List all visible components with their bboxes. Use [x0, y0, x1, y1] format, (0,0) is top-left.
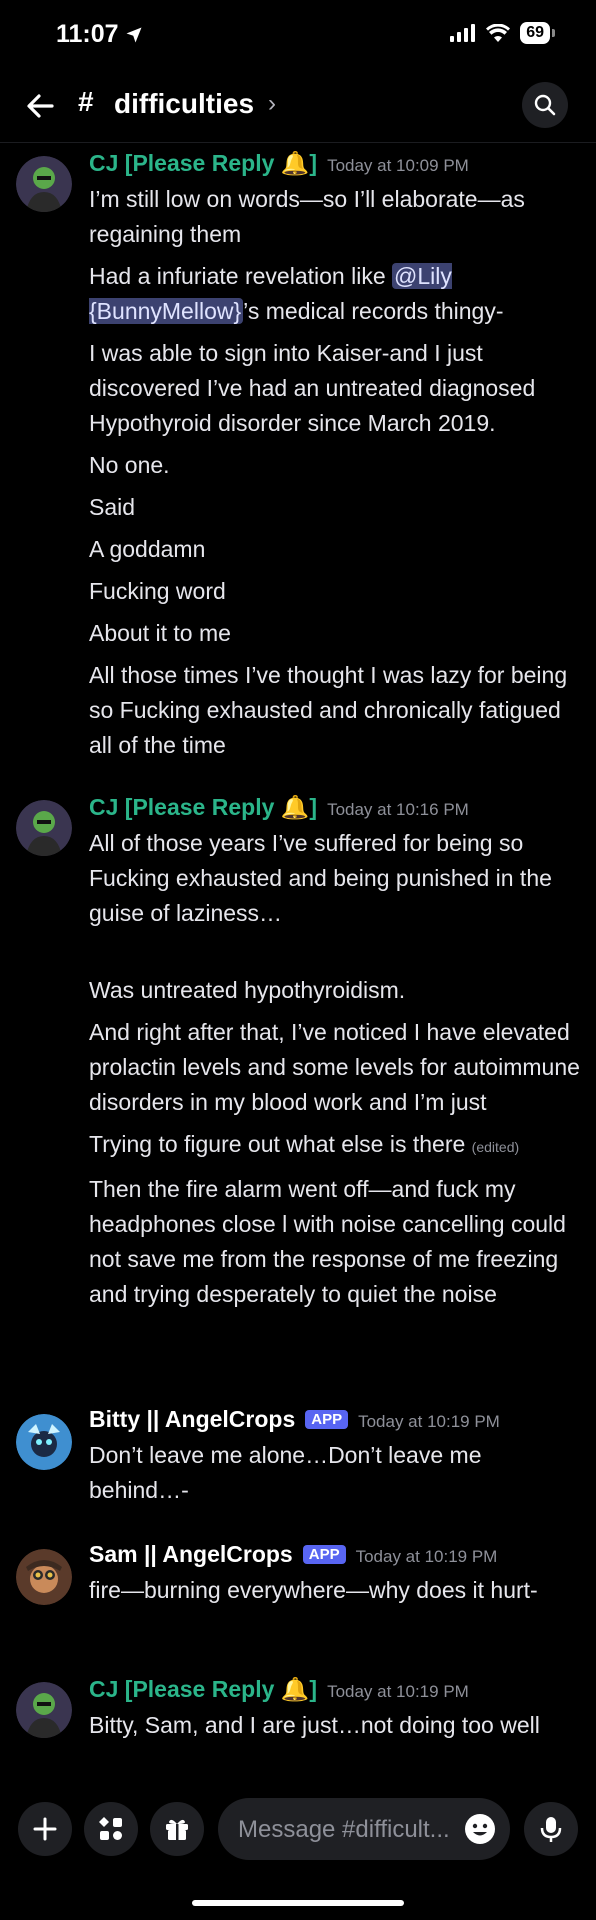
channel-hash-icon: #: [78, 86, 94, 117]
emoji-icon: [465, 1814, 495, 1844]
message-text: All those times I’ve thought I was lazy …: [89, 662, 568, 758]
gift-icon: [166, 1819, 188, 1840]
author-name[interactable]: CJ [Please Reply 🔔]: [89, 150, 317, 177]
message-body: fire—burning everywhere—why does it hurt…: [89, 1573, 584, 1615]
message-body: Bitty, Sam, and I are just…not doing too…: [89, 1708, 584, 1750]
message-text: A goddamn: [89, 536, 206, 562]
search-button[interactable]: [522, 82, 568, 128]
status-icons: 69: [450, 22, 555, 44]
avatar-cj[interactable]: [16, 156, 72, 212]
timestamp: Today at 10:19 PM: [327, 1682, 469, 1701]
status-time: 11:07: [56, 20, 143, 49]
status-bar: 11:07 69: [0, 0, 596, 70]
text-before-mention: Had a infuriate revelation like: [89, 263, 392, 289]
text-after-mention: ’s medical records thingy-: [243, 298, 504, 324]
timestamp: Today at 10:16 PM: [327, 800, 469, 819]
battery-indicator: 69: [520, 22, 555, 44]
message-text: Was untreated hypothyroidism.: [89, 977, 406, 1003]
header-divider: [0, 142, 596, 143]
location-arrow-icon: [126, 27, 142, 42]
author-name[interactable]: Sam || AngelCrops: [89, 1541, 293, 1568]
gift-button[interactable]: [150, 1802, 204, 1856]
channel-header: # difficulties ›: [0, 76, 596, 136]
wifi-icon: [486, 24, 511, 42]
message-header: Sam || AngelCrops APP Today at 10:19 PM: [89, 1541, 497, 1568]
message-header: CJ [Please Reply 🔔] Today at 10:19 PM: [89, 1676, 469, 1703]
back-button[interactable]: [22, 88, 58, 124]
timestamp: Today at 10:19 PM: [355, 1547, 498, 1566]
timestamp: Today at 10:09 PM: [327, 156, 469, 175]
back-arrow-icon: [27, 94, 54, 118]
microphone-icon: [540, 1817, 562, 1842]
signal-icon: [450, 24, 476, 42]
message-header: CJ [Please Reply 🔔] Today at 10:16 PM: [89, 794, 469, 821]
message-text-edited: Trying to figure out what else is there …: [89, 1127, 584, 1165]
message-body: All of those years I’ve suffered for bei…: [89, 826, 584, 1319]
message-text: I was able to sign into Kaiser-and I jus…: [89, 340, 536, 436]
message-text: Said: [89, 494, 136, 520]
emoji-button[interactable]: [462, 1811, 498, 1847]
message-header: Bitty || AngelCrops APP Today at 10:19 P…: [89, 1406, 500, 1433]
channel-title[interactable]: difficulties: [114, 88, 254, 120]
timestamp: Today at 10:19 PM: [358, 1412, 500, 1431]
app-badge: APP: [302, 1545, 346, 1564]
message-text: I’m still low on words—so I’ll elaborate…: [89, 186, 525, 247]
message-text: Then the fire alarm went off—and fuck my…: [89, 1176, 566, 1307]
author-name[interactable]: CJ [Please Reply 🔔]: [89, 794, 317, 821]
message-text: Don’t leave me alone…Don’t leave me behi…: [89, 1442, 482, 1503]
add-attachment-button[interactable]: [18, 1802, 72, 1856]
message-input-placeholder: Message #difficult...: [238, 1816, 450, 1843]
message-text: Bitty, Sam, and I are just…not doing too…: [89, 1712, 540, 1738]
edited-label: (edited): [471, 1139, 520, 1155]
apps-icon: [99, 1817, 122, 1840]
message-text-with-mention: Had a infuriate revelation like @Lily {B…: [89, 259, 584, 329]
message-text: Trying to figure out what else is there: [89, 1131, 466, 1157]
author-name[interactable]: Bitty || AngelCrops: [89, 1406, 295, 1433]
apps-button[interactable]: [84, 1802, 138, 1856]
message-text: And right after that, I’ve noticed I hav…: [89, 1019, 580, 1115]
message-composer: Message #difficult...: [0, 1784, 596, 1874]
message-body: Don’t leave me alone…Don’t leave me behi…: [89, 1438, 584, 1515]
clock: 11:07: [56, 20, 119, 48]
message-header: CJ [Please Reply 🔔] Today at 10:09 PM: [89, 150, 469, 177]
search-icon: [534, 94, 556, 116]
plus-icon: [33, 1817, 57, 1841]
avatar-cj[interactable]: [16, 1682, 72, 1738]
avatar-bitty[interactable]: [16, 1414, 72, 1470]
message-text: All of those years I’ve suffered for bei…: [89, 830, 552, 926]
message-text: No one.: [89, 452, 170, 478]
message-text: About it to me: [89, 620, 231, 646]
avatar-sam[interactable]: [16, 1549, 72, 1605]
author-name[interactable]: CJ [Please Reply 🔔]: [89, 1676, 317, 1703]
voice-message-button[interactable]: [524, 1802, 578, 1856]
message-text: Fucking word: [89, 578, 226, 604]
chevron-right-icon[interactable]: ›: [268, 90, 276, 118]
message-text: fire—burning everywhere—why does it hurt…: [89, 1577, 538, 1603]
message-body: I’m still low on words—so I’ll elaborate…: [89, 182, 584, 770]
message-input[interactable]: Message #difficult...: [218, 1798, 510, 1860]
avatar-cj[interactable]: [16, 800, 72, 856]
home-indicator[interactable]: [192, 1900, 404, 1906]
app-badge: APP: [305, 1410, 349, 1429]
